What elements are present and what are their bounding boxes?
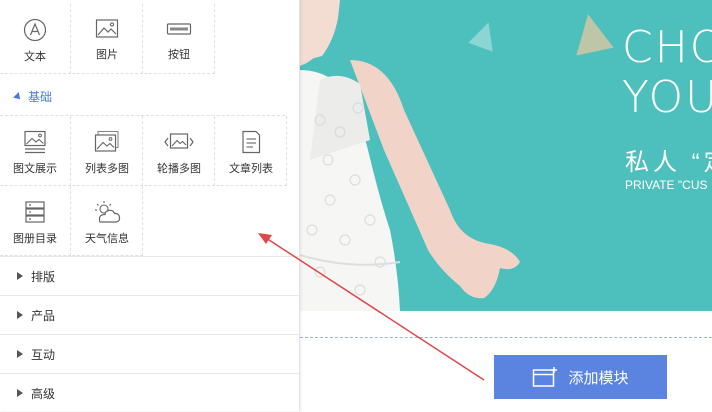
category-interaction[interactable]: 互动	[0, 334, 299, 373]
hero-subtitle-cn: 私人 “定	[625, 149, 712, 176]
caret-right-icon	[17, 311, 23, 319]
hero-subtitle-en: PRIVATE "CUS	[625, 178, 708, 192]
add-module-button[interactable]: 添加模块	[494, 355, 667, 399]
caret-down-icon	[13, 92, 23, 102]
module-list-images[interactable]: 列表多图	[72, 116, 143, 186]
module-label: 文章列表	[229, 163, 273, 175]
module-label: 图片	[96, 49, 118, 61]
category-label: 产品	[31, 308, 56, 323]
basic-module-grid: 图文展示 列表多图 轮播多图 文章列表 图册目录 天气信息	[0, 115, 287, 256]
article-list-icon	[242, 130, 261, 154]
module-divider	[300, 337, 712, 338]
section-basic-label: 基础	[28, 90, 53, 104]
module-label: 按钮	[168, 49, 190, 61]
list-images-icon	[94, 130, 119, 152]
album-catalog-icon	[25, 201, 45, 223]
category-product[interactable]: 产品	[0, 295, 299, 334]
category-label: 高级	[31, 386, 56, 401]
text-icon	[23, 18, 47, 42]
module-label: 轮播多图	[157, 163, 201, 175]
category-label: 排版	[31, 269, 56, 284]
banner-image: CHO YOU 私人 “定 PRIVATE "CUS	[300, 0, 712, 311]
hero-title-line1: CHO	[622, 22, 712, 73]
module-article-list[interactable]: 文章列表	[216, 116, 287, 186]
module-label: 图文展示	[13, 163, 57, 175]
module-label: 天气信息	[85, 233, 129, 245]
module-album-catalog[interactable]: 图册目录	[0, 186, 71, 256]
category-label: 互动	[31, 347, 56, 362]
section-basic-toggle[interactable]: 基础	[13, 88, 53, 105]
module-image[interactable]: 图片	[72, 4, 143, 74]
caret-right-icon	[17, 389, 23, 397]
module-image-text[interactable]: 图文展示	[0, 116, 71, 186]
caret-right-icon	[17, 272, 23, 280]
category-advanced[interactable]: 高级	[0, 373, 299, 412]
module-label: 列表多图	[85, 163, 129, 175]
hero-title-line2: YOU	[622, 72, 712, 123]
module-carousel[interactable]: 轮播多图	[144, 116, 215, 186]
carousel-icon	[164, 133, 194, 149]
module-button[interactable]: 按钮	[144, 4, 215, 74]
module-text[interactable]: 文本	[0, 4, 71, 74]
category-layout[interactable]: 排版	[0, 256, 299, 295]
add-module-label: 添加模块	[568, 369, 629, 387]
module-panel: 文本 图片 按钮 基础 图文展示 列表多图 轮播多图 文章列表 图册目录 天气信…	[0, 0, 300, 411]
module-weather[interactable]: 天气信息	[72, 186, 143, 256]
module-label: 文本	[24, 51, 46, 63]
decor-triangle	[568, 10, 614, 56]
caret-right-icon	[17, 350, 23, 358]
module-label: 图册目录	[13, 233, 57, 245]
window-add-icon	[533, 367, 558, 387]
button-icon	[166, 23, 192, 35]
image-icon	[95, 19, 119, 38]
image-text-icon	[24, 130, 46, 154]
weather-icon	[95, 201, 121, 223]
